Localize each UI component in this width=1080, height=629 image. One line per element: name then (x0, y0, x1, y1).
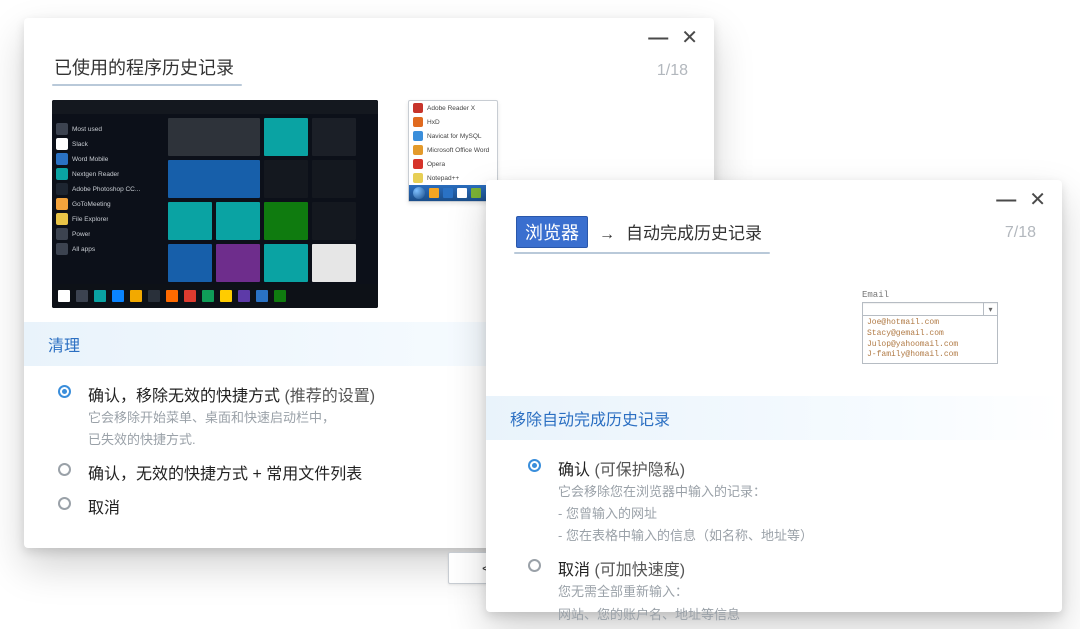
page-counter: 1/18 (657, 62, 688, 80)
taskbar-icon (58, 290, 70, 302)
title-underline (52, 84, 242, 86)
email-suggestion: Joe@hotmail.com (867, 318, 993, 329)
explorer-row: Navicat for MySQL (409, 129, 497, 143)
title-tag: 浏览器 (516, 216, 588, 248)
title-underline (514, 252, 770, 254)
title-subtitle: 自动完成历史记录 (626, 224, 762, 243)
option-paren: (可保护隐私) (590, 462, 685, 479)
startmenu-left-item: Slack (56, 138, 158, 150)
explorer-illustration: Adobe Reader XHxDNavicat for MySQLMicros… (408, 100, 498, 202)
explorer-row: HxD (409, 115, 497, 129)
email-field-label: Email (862, 290, 998, 300)
explorer-row: Adobe Reader X (409, 101, 497, 115)
option-cancel-keep[interactable]: 取消 (可加快速度) 您无需全部重新输入： 网站、您的账户名、地址等信息 (558, 556, 1034, 624)
option-label: 确认，移除无效的快捷方式 (88, 388, 280, 405)
option-label: 取消 (558, 562, 590, 579)
radio-icon (58, 385, 71, 398)
radio-icon (528, 559, 541, 572)
startmenu-left-item: Power (56, 228, 158, 240)
startmenu-illustration: Most used Slack Word Mobile Nextgen Reader A… (52, 100, 378, 308)
taskbar-icon (274, 290, 286, 302)
startmenu-left-item: Nextgen Reader (56, 168, 158, 180)
option-paren: (可加快速度) (590, 562, 685, 579)
taskbar-icon (112, 290, 124, 302)
taskbar-icon (148, 290, 160, 302)
dialog-title-wrap: 已使用的程序历史记录 (52, 54, 242, 86)
email-suggestion: Julop@yahoomail.com (867, 340, 993, 351)
page-counter: 7/18 (1005, 224, 1036, 242)
email-field: ▾ (862, 302, 998, 316)
option-desc-line: - 您在表格中输入的信息（如名称、地址等） (558, 526, 1034, 546)
options-group: 确认 (可保护隐私) 它会移除您在浏览器中输入的记录： - 您曾输入的网址 - … (486, 440, 1062, 629)
dialog-browser-autocomplete: — ✕ 浏览器 → 自动完成历史记录 7/18 Email ▾ Joe@hotm… (486, 180, 1062, 612)
option-desc-line: 您无需全部重新输入： (558, 582, 1034, 602)
startmenu-left-item: GoToMeeting (56, 198, 158, 210)
startmenu-left-item: Adobe Photoshop CC... (56, 183, 158, 195)
radio-icon (528, 459, 541, 472)
dropdown-icon: ▾ (983, 303, 997, 315)
taskbar-icon (443, 188, 453, 198)
option-label: 确认，无效的快捷方式 + 常用文件列表 (88, 466, 362, 483)
email-autocomplete-illustration: Email ▾ Joe@hotmail.comStacy@gemail.comJ… (862, 290, 998, 364)
taskbar-icon (457, 188, 467, 198)
taskbar-icon (471, 188, 481, 198)
section-header: 移除自动完成历史记录 (486, 396, 1062, 440)
radio-icon (58, 463, 71, 476)
dialog-title-wrap: 浏览器 → 自动完成历史记录 (514, 216, 770, 254)
taskbar-icon (429, 188, 439, 198)
taskbar-icon (220, 290, 232, 302)
option-confirm-remove[interactable]: 确认 (可保护隐私) 它会移除您在浏览器中输入的记录： - 您曾输入的网址 - … (558, 456, 1034, 546)
email-suggestion: Stacy@gemail.com (867, 329, 993, 340)
startmenu-left-item: Most used (56, 123, 158, 135)
option-paren: (推荐的设置) (280, 388, 375, 405)
explorer-row: Notepad++ (409, 171, 497, 185)
arrow-icon: → (599, 226, 615, 243)
taskbar-icon (202, 290, 214, 302)
title-row: 已使用的程序历史记录 1/18 (24, 18, 714, 86)
startmenu-left-item: Word Mobile (56, 153, 158, 165)
option-label: 确认 (558, 462, 590, 479)
option-desc-line: 网站、您的账户名、地址等信息 (558, 605, 1034, 625)
taskbar-icon (238, 290, 250, 302)
explorer-row: Microsoft Office Word (409, 143, 497, 157)
option-desc-line: 它会移除您在浏览器中输入的记录： (558, 482, 1034, 502)
taskbar-icon (166, 290, 178, 302)
dialog-title: 浏览器 → 自动完成历史记录 (514, 216, 770, 252)
title-row: 浏览器 → 自动完成历史记录 7/18 (486, 180, 1062, 254)
dialog-title: 已使用的程序历史记录 (52, 54, 242, 84)
option-label: 取消 (88, 500, 120, 517)
startmenu-left-item: All apps (56, 243, 158, 255)
startmenu-left-item: File Explorer (56, 213, 158, 225)
email-suggestion-list: Joe@hotmail.comStacy@gemail.comJulop@yah… (862, 316, 998, 364)
explorer-row: Opera (409, 157, 497, 171)
taskbar-icon (184, 290, 196, 302)
taskbar-icon (94, 290, 106, 302)
taskbar-icon (256, 290, 268, 302)
email-suggestion: J-family@homail.com (867, 350, 993, 361)
radio-icon (58, 497, 71, 510)
taskbar-icon (76, 290, 88, 302)
option-desc-line: - 您曾输入的网址 (558, 504, 1034, 524)
taskbar-icon (130, 290, 142, 302)
